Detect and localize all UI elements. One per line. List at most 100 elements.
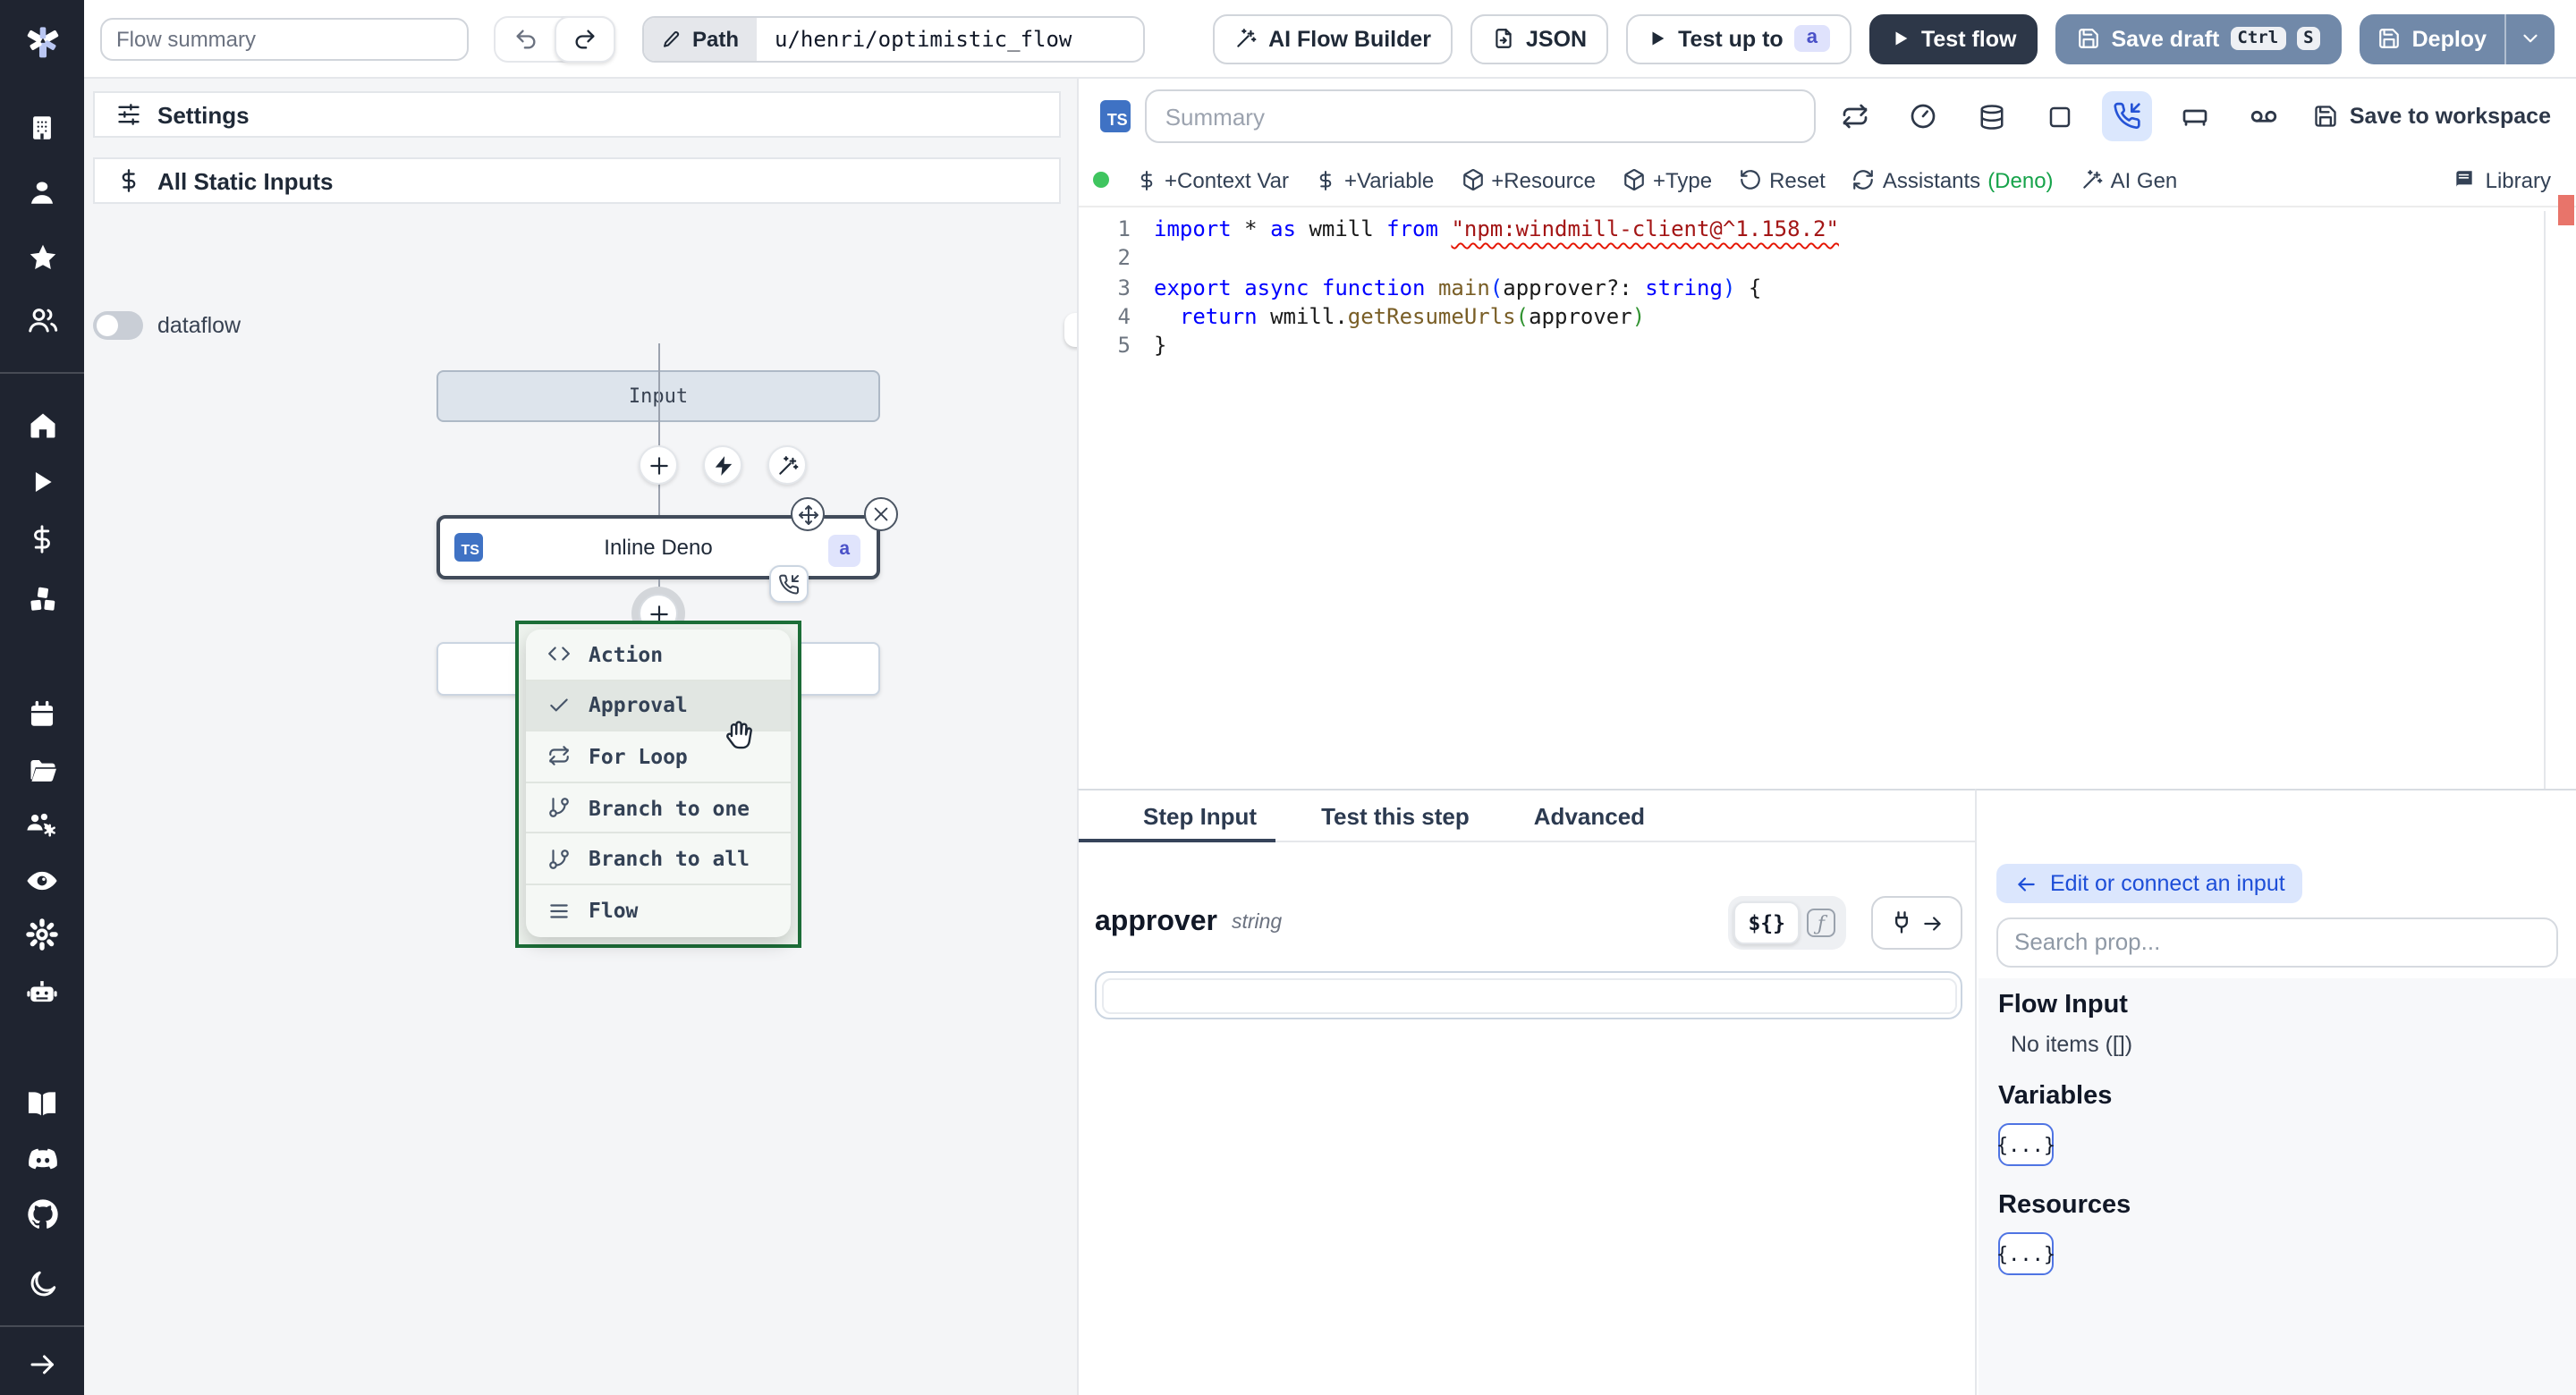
flow-summary-input[interactable] bbox=[100, 17, 469, 60]
ai-gen-button[interactable]: AI Gen bbox=[2080, 167, 2177, 192]
summary-input[interactable] bbox=[1145, 89, 1817, 143]
undo-button[interactable] bbox=[496, 17, 556, 60]
code-area[interactable]: 1 import * as wmill from "npm:windmill-cl… bbox=[1079, 207, 2576, 360]
retries-icon[interactable] bbox=[1831, 91, 1881, 141]
arrow-right-icon[interactable] bbox=[0, 1348, 84, 1381]
ai-flow-builder-button[interactable]: AI Flow Builder bbox=[1213, 13, 1453, 63]
zoom-in-button[interactable]: + bbox=[1064, 313, 1077, 347]
reset-button[interactable]: Reset bbox=[1739, 167, 1826, 192]
menu-item-action[interactable]: Action bbox=[526, 630, 791, 681]
arrow-right-icon bbox=[1924, 916, 1941, 930]
folder-icon[interactable] bbox=[0, 755, 84, 787]
user-icon[interactable] bbox=[0, 177, 84, 207]
assistants-button[interactable]: Assistants (Deno) bbox=[1852, 167, 2054, 192]
zap-icon bbox=[714, 455, 732, 475]
boxes-icon[interactable] bbox=[0, 583, 84, 615]
edit-or-connect-button[interactable]: Edit or connect an input bbox=[1996, 864, 2303, 903]
all-static-inputs-row[interactable]: All Static Inputs bbox=[93, 157, 1061, 204]
flow-input-empty: No items ([]) bbox=[2011, 1032, 2133, 1057]
users-icon[interactable] bbox=[0, 304, 84, 336]
editor-toolbar: +Context Var +Variable +Resource +Type R… bbox=[1079, 154, 2576, 207]
book-open-icon[interactable] bbox=[0, 1087, 84, 1121]
library-button[interactable]: Library bbox=[2453, 167, 2551, 192]
insert-step-button[interactable] bbox=[639, 445, 678, 485]
variables-chip[interactable]: {...} bbox=[1996, 1123, 2055, 1166]
test-up-to-button[interactable]: Test up to a bbox=[1626, 13, 1852, 63]
building-icon[interactable] bbox=[0, 113, 84, 143]
dataflow-toggle[interactable] bbox=[93, 311, 143, 340]
function-mode-icon[interactable]: ƒ bbox=[1807, 909, 1835, 937]
plus-icon bbox=[649, 456, 667, 474]
save-to-workspace-button[interactable]: Save to workspace bbox=[2314, 104, 2551, 129]
tab-test-this-step[interactable]: Test this step bbox=[1289, 790, 1502, 841]
deploy-button[interactable]: Deploy bbox=[2360, 13, 2504, 63]
add-context-var-button[interactable]: +Context Var bbox=[1136, 167, 1289, 192]
play-icon[interactable] bbox=[0, 467, 84, 497]
refresh-icon bbox=[1853, 170, 1874, 190]
search-prop-input[interactable] bbox=[1996, 917, 2558, 967]
tab-step-input[interactable]: Step Input bbox=[1079, 790, 1289, 842]
wand-sparkles-icon bbox=[778, 455, 798, 474]
template-mode-button[interactable]: ${} bbox=[1733, 901, 1800, 944]
sleep-icon[interactable] bbox=[2171, 91, 2221, 141]
assistants-lang: (Deno) bbox=[1987, 167, 2054, 192]
calendar-icon[interactable] bbox=[0, 699, 84, 730]
git-branch-icon bbox=[547, 796, 571, 819]
suspend-icon[interactable] bbox=[2102, 91, 2153, 141]
prop-type: string bbox=[1231, 912, 1283, 934]
flow-settings-row[interactable]: Settings bbox=[93, 91, 1061, 138]
json-button[interactable]: JSON bbox=[1470, 13, 1609, 63]
path-group[interactable]: Path u/henri/optimistic_flow bbox=[642, 15, 1146, 62]
github-icon[interactable] bbox=[0, 1196, 84, 1232]
error-marker bbox=[2558, 195, 2574, 225]
tab-advanced[interactable]: Advanced bbox=[1502, 790, 1677, 841]
step-node-label: Inline Deno bbox=[604, 535, 713, 560]
sidebar-divider bbox=[0, 372, 84, 374]
windmill-logo-icon[interactable] bbox=[0, 21, 84, 61]
robot-icon[interactable] bbox=[0, 975, 84, 1009]
move-icon bbox=[798, 504, 818, 524]
step-panel: Step Input Test this step Advanced appro… bbox=[1077, 789, 1975, 1395]
users-gear-icon[interactable] bbox=[0, 808, 84, 842]
move-node-button[interactable] bbox=[791, 497, 825, 531]
delete-node-button[interactable] bbox=[864, 497, 898, 531]
gear-icon[interactable] bbox=[0, 917, 84, 951]
moon-icon[interactable] bbox=[0, 1268, 84, 1300]
kbd-ctrl: Ctrl bbox=[2230, 26, 2286, 51]
redo-button[interactable] bbox=[555, 15, 615, 62]
early-stop-icon[interactable] bbox=[1899, 91, 1949, 141]
prop-value-input[interactable] bbox=[1095, 971, 1962, 1019]
resources-chip[interactable]: {...} bbox=[1996, 1232, 2055, 1275]
path-value: u/henri/optimistic_flow bbox=[775, 26, 1072, 51]
ai-insert-button[interactable] bbox=[767, 445, 807, 485]
save-draft-button[interactable]: Save draft Ctrl S bbox=[2055, 13, 2343, 63]
star-icon[interactable] bbox=[0, 241, 84, 274]
deploy-dropdown-button[interactable] bbox=[2504, 13, 2555, 63]
typescript-badge: TS bbox=[1100, 100, 1131, 132]
path-label: Path bbox=[644, 17, 758, 60]
menu-item-branch-to-one[interactable]: Branch to one bbox=[526, 783, 791, 834]
cache-icon[interactable] bbox=[1967, 91, 2017, 141]
app: Path u/henri/optimistic_flow AI Flow Bui… bbox=[0, 0, 2576, 1395]
eye-icon[interactable] bbox=[0, 864, 84, 898]
add-variable-button[interactable]: +Variable bbox=[1316, 167, 1434, 192]
overview-ruler bbox=[2544, 211, 2546, 789]
connect-input-button[interactable] bbox=[1871, 896, 1962, 950]
home-icon[interactable] bbox=[0, 410, 84, 442]
discord-icon[interactable] bbox=[0, 1141, 84, 1177]
add-resource-button[interactable]: +Resource bbox=[1461, 167, 1596, 192]
book-icon bbox=[2456, 171, 2473, 188]
menu-item-flow[interactable]: Flow bbox=[526, 885, 791, 936]
add-type-button[interactable]: +Type bbox=[1623, 167, 1712, 192]
step-id-badge: a bbox=[1793, 25, 1830, 52]
test-flow-button[interactable]: Test flow bbox=[1868, 13, 2038, 63]
step-id-badge: a bbox=[828, 535, 860, 567]
resources-title: Resources bbox=[1998, 1191, 2131, 1220]
trigger-button[interactable] bbox=[703, 445, 742, 485]
package-icon bbox=[1624, 169, 1644, 190]
mock-icon[interactable] bbox=[2035, 91, 2085, 141]
dollar-icon[interactable] bbox=[0, 524, 84, 554]
menu-item-branch-to-all[interactable]: Branch to all bbox=[526, 834, 791, 885]
shared-dir-icon[interactable] bbox=[2239, 91, 2289, 141]
dollar-icon bbox=[1320, 170, 1333, 190]
